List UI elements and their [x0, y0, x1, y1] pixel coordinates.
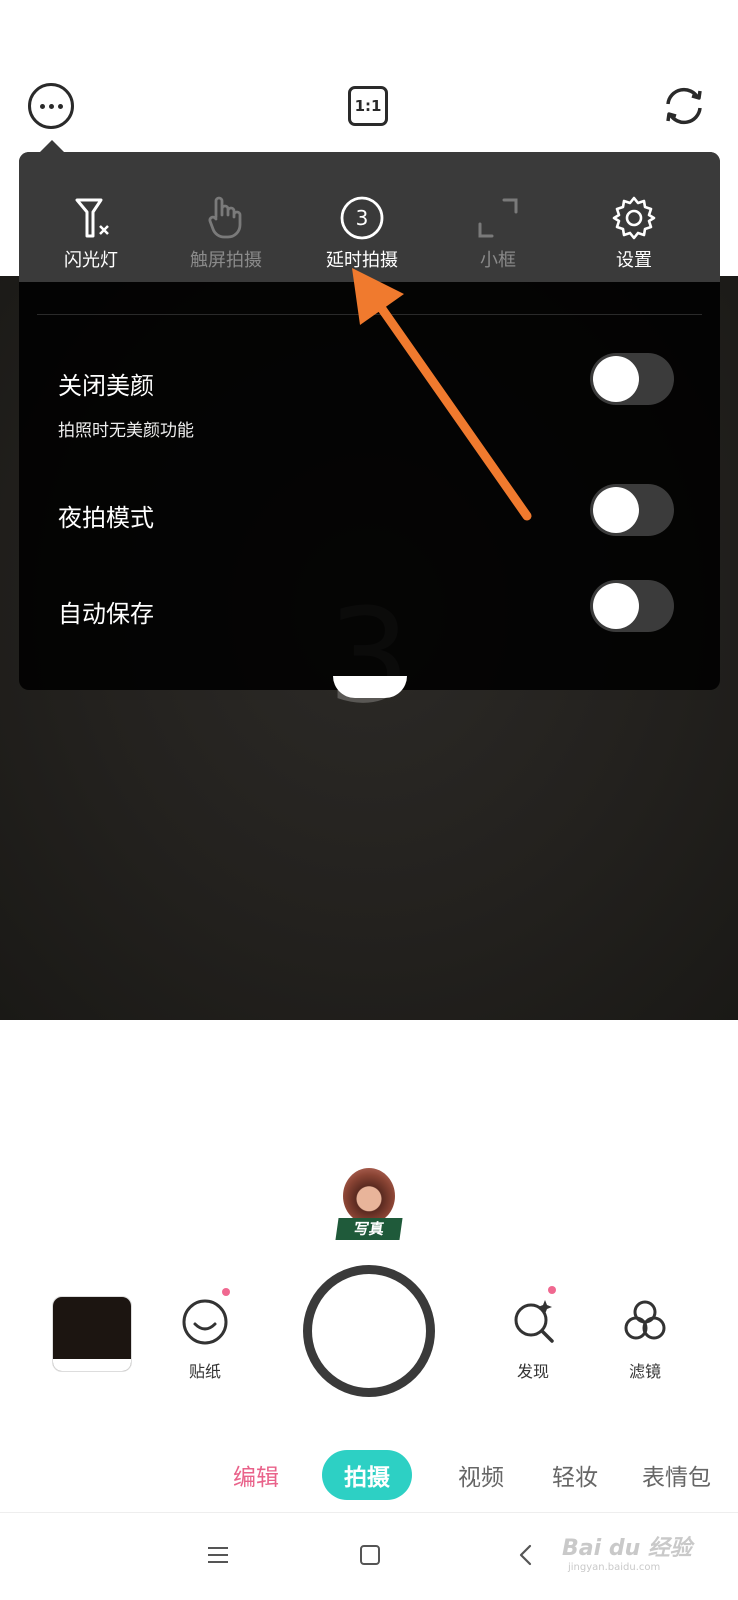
mode-selector: 编辑 拍摄 视频 轻妆 表情包 [0, 1450, 738, 1500]
sticker-button[interactable]: 贴纸 [165, 1296, 245, 1382]
sticker-smile-icon [182, 1299, 228, 1345]
watermark-url: jingyan.baidu.com [568, 1562, 661, 1573]
gallery-thumbnail[interactable] [52, 1296, 132, 1372]
sticker-thumbnail[interactable]: 写真 [335, 1168, 403, 1240]
watermark: Bai du 经验 [562, 1536, 692, 1561]
filter-circles-icon [624, 1300, 666, 1340]
mode-emoji-pack[interactable]: 表情包 [642, 1458, 711, 1492]
mode-video[interactable]: 视频 [458, 1458, 504, 1492]
sticker-tag: 写真 [335, 1218, 403, 1240]
filter-button[interactable]: 滤镜 [605, 1296, 685, 1382]
mode-light-makeup[interactable]: 轻妆 [552, 1458, 598, 1492]
notification-dot [222, 1288, 230, 1296]
home-icon[interactable] [358, 1543, 382, 1567]
sticker-avatar [343, 1168, 395, 1224]
bottom-tool-label: 发现 [516, 1362, 549, 1381]
shutter-button[interactable] [303, 1265, 435, 1397]
mode-shoot[interactable]: 拍摄 [322, 1450, 412, 1500]
menu-icon[interactable] [206, 1543, 230, 1567]
bottom-tool-label: 滤镜 [628, 1362, 661, 1381]
discover-button[interactable]: 发现 [493, 1296, 573, 1382]
back-icon[interactable] [514, 1543, 538, 1567]
notification-dot [548, 1286, 556, 1294]
discover-search-icon [514, 1300, 554, 1343]
bottom-tool-label: 贴纸 [188, 1362, 221, 1381]
mode-edit[interactable]: 编辑 [233, 1458, 279, 1492]
